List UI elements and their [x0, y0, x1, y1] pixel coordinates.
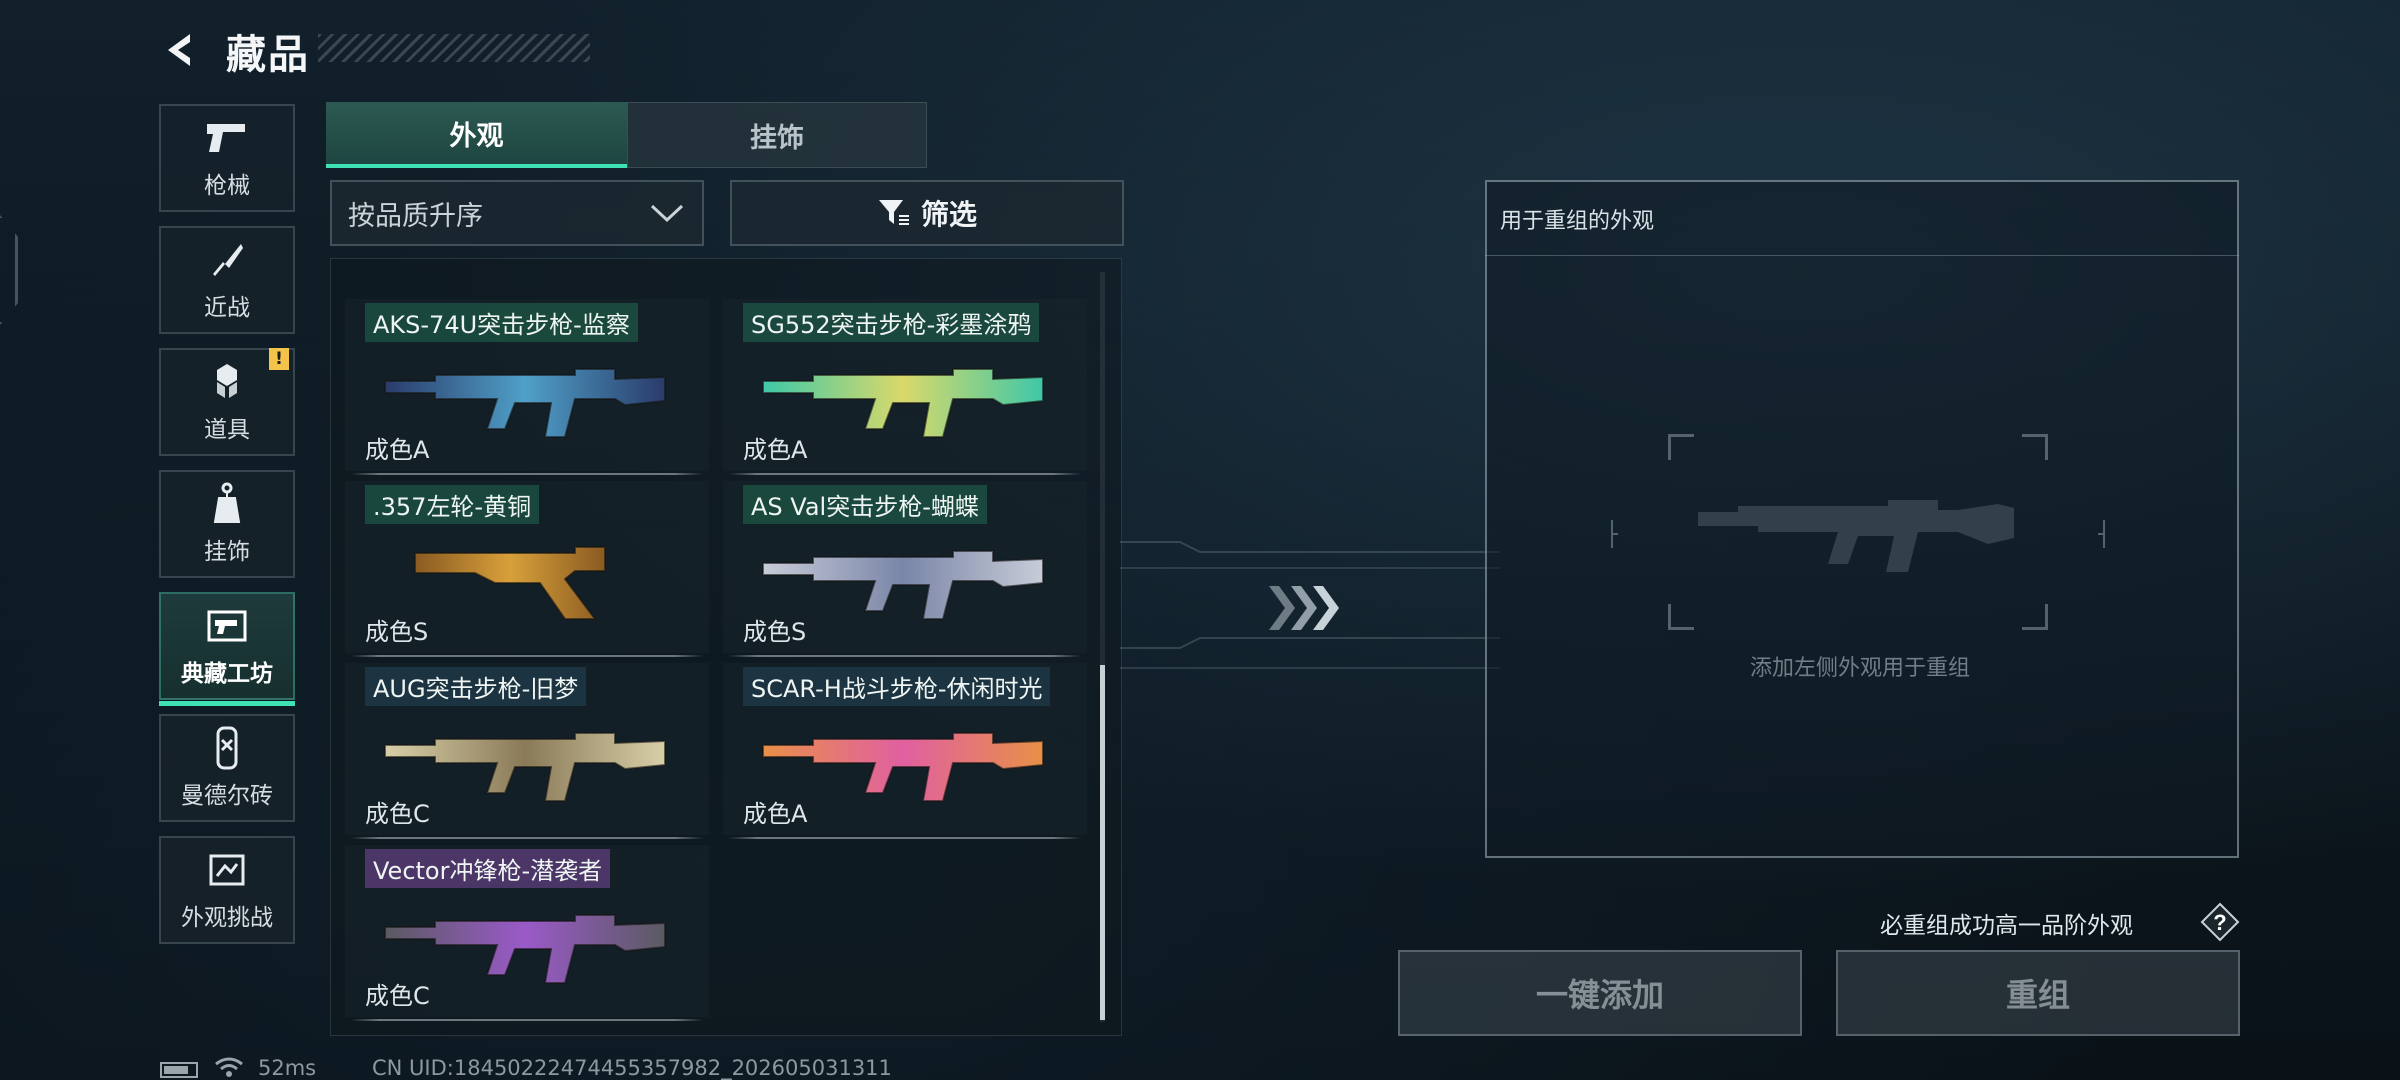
- add-all-button[interactable]: 一键添加: [1398, 950, 1802, 1036]
- chevrons-right-icon: [1269, 586, 1339, 630]
- chevron-down-icon: [650, 204, 684, 223]
- weapon-skin-image: [384, 368, 666, 438]
- bracket-left-icon: [1611, 520, 1618, 548]
- sidebar-item-label: 曼德尔砖: [181, 783, 273, 809]
- wifi-icon: [215, 1057, 243, 1077]
- skin-card[interactable]: AUG突击步枪-旧梦成色C: [345, 663, 709, 839]
- skin-card[interactable]: AKS-74U突击步枪-监察成色A: [345, 299, 709, 475]
- skin-card[interactable]: .357左轮-黄铜成色S: [345, 481, 709, 657]
- sidebar-item-label: 典藏工坊: [181, 661, 273, 687]
- sidebar-item-mandel-brick[interactable]: 曼德尔砖: [159, 714, 295, 822]
- sidebar-item-charms[interactable]: 挂饰: [159, 470, 295, 578]
- tab-appearance[interactable]: 外观: [326, 102, 627, 168]
- skin-card[interactable]: Vector冲锋枪-潜袭者成色C: [345, 845, 709, 1021]
- scrollbar-thumb[interactable]: [1100, 665, 1105, 1020]
- sidebar-item-guns[interactable]: 枪械: [159, 104, 295, 212]
- skin-card[interactable]: SCAR-H战斗步枪-休闲时光成色A: [723, 663, 1087, 839]
- side-edge-decoration: [0, 215, 18, 325]
- sidebar-item-items[interactable]: ! 道具: [159, 348, 295, 456]
- sidebar-item-workshop[interactable]: 典藏工坊: [159, 592, 295, 706]
- back-arrow-icon[interactable]: [160, 30, 200, 70]
- skin-grade: 成色C: [365, 982, 430, 1010]
- filter-button[interactable]: 筛选: [730, 180, 1124, 246]
- weapon-skin-image: [762, 368, 1044, 438]
- battery-icon: [160, 1062, 198, 1078]
- filter-button-label: 筛选: [920, 198, 977, 231]
- guarantee-text: 必重组成功高一品阶外观: [1880, 913, 2133, 939]
- weapon-skin-image: [384, 914, 666, 984]
- alert-badge: !: [269, 348, 289, 370]
- weapon-skin-image: [762, 550, 1044, 620]
- skin-grade: 成色S: [365, 618, 429, 646]
- filter-icon: [878, 200, 909, 225]
- tab-charm[interactable]: 挂饰: [627, 102, 927, 168]
- sort-dropdown-value: 按品质升序: [348, 200, 483, 232]
- skin-grade: 成色C: [365, 800, 430, 828]
- skin-name: .357左轮-黄铜: [365, 485, 540, 524]
- uid-text: CN UID:18450222474455357982_202605031311: [372, 1056, 892, 1080]
- recombine-button[interactable]: 重组: [1836, 950, 2240, 1036]
- sidebar-item-challenge[interactable]: 外观挑战: [159, 836, 295, 944]
- title-decoration: [318, 34, 590, 62]
- sidebar-item-label: 外观挑战: [181, 905, 273, 931]
- divider: [1485, 255, 2239, 256]
- skin-grade: 成色A: [365, 436, 430, 464]
- recombine-hint: 添加左侧外观用于重组: [1749, 656, 1970, 681]
- workshop-icon: [203, 604, 251, 648]
- skin-name: AUG突击步枪-旧梦: [365, 667, 587, 706]
- skin-name: SCAR-H战斗步枪-休闲时光: [743, 667, 1051, 706]
- pistol-icon: [203, 116, 251, 160]
- bracket-right-icon: [2098, 520, 2105, 548]
- charm-icon: [203, 482, 251, 526]
- help-button[interactable]: ?: [2200, 902, 2240, 942]
- skin-name: SG552突击步枪-彩墨涂鸦: [743, 303, 1040, 342]
- sidebar-item-label: 道具: [204, 417, 250, 443]
- skin-name: AS Val突击步枪-蝴蝶: [743, 485, 987, 524]
- knife-icon: [203, 238, 251, 282]
- sort-dropdown[interactable]: 按品质升序: [330, 180, 704, 246]
- challenge-icon: [203, 848, 251, 892]
- help-button-label: ?: [2213, 910, 2226, 935]
- page-title: 藏品: [226, 32, 310, 78]
- skin-grade: 成色A: [743, 436, 808, 464]
- weapon-skin-image: [762, 732, 1044, 802]
- skin-grade: 成色S: [743, 618, 807, 646]
- skin-card[interactable]: AS Val突击步枪-蝴蝶成色S: [723, 481, 1087, 657]
- scrolled-row-remnant: [347, 259, 711, 289]
- recombine-slot[interactable]: [1668, 434, 2048, 630]
- skin-name: Vector冲锋枪-潜袭者: [365, 849, 611, 888]
- skin-grade: 成色A: [743, 800, 808, 828]
- items-icon: [203, 360, 251, 404]
- ping-text: 52ms: [258, 1056, 317, 1080]
- rifle-silhouette-icon: [1698, 500, 2014, 572]
- recombine-panel-title: 用于重组的外观: [1500, 209, 1655, 234]
- skin-card[interactable]: SG552突击步枪-彩墨涂鸦成色A: [723, 299, 1087, 475]
- sidebar-item-label: 近战: [204, 295, 250, 321]
- sidebar-item-label: 枪械: [204, 173, 250, 199]
- weapon-skin-image: [384, 732, 666, 802]
- skin-name: AKS-74U突击步枪-监察: [365, 303, 638, 342]
- sidebar-item-melee[interactable]: 近战: [159, 226, 295, 334]
- mandel-brick-icon: [203, 726, 251, 770]
- sidebar-item-label: 挂饰: [204, 539, 250, 565]
- skin-grid: AKS-74U突击步枪-监察 成色A SG552突击步枪-彩墨涂鸦 成色A .357左轮…: [330, 258, 1122, 1036]
- weapon-skin-image: [414, 546, 606, 620]
